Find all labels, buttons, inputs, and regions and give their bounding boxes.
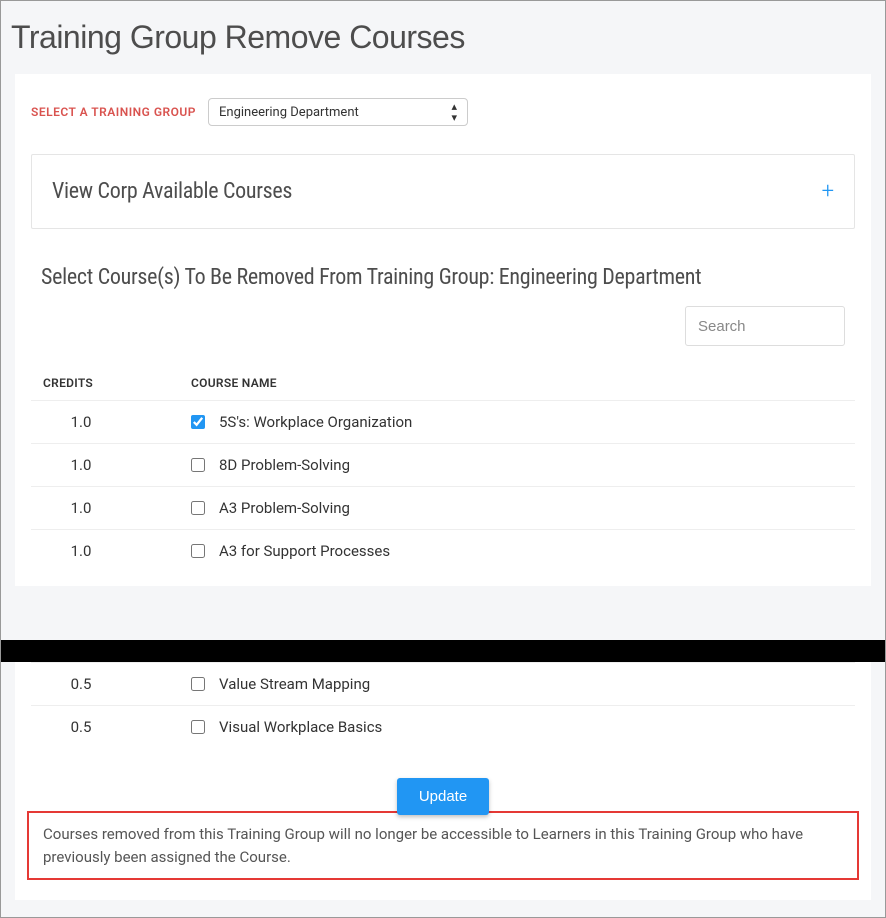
main-card: SELECT A TRAINING GROUP Engineering Depa… <box>15 74 871 586</box>
credits-cell: 1.0 <box>31 444 181 487</box>
credits-cell: 0.5 <box>31 663 181 706</box>
credits-cell: 1.0 <box>31 401 181 444</box>
course-checkbox[interactable] <box>191 415 205 429</box>
page-title: Training Group Remove Courses <box>1 1 885 74</box>
credits-cell: 1.0 <box>31 487 181 530</box>
course-name: 5S's: Workplace Organization <box>219 413 412 431</box>
course-name: Value Stream Mapping <box>219 675 370 693</box>
training-group-selected-value: Engineering Department <box>209 105 467 120</box>
remove-courses-section-title: Select Course(s) To Be Removed From Trai… <box>41 265 845 290</box>
course-name: Visual Workplace Basics <box>219 718 382 736</box>
course-checkbox[interactable] <box>191 677 205 691</box>
credits-cell: 0.5 <box>31 706 181 749</box>
table-row: 1.0 5S's: Workplace Organization <box>31 401 855 444</box>
course-checkbox[interactable] <box>191 544 205 558</box>
column-header-credits[interactable]: CREDITS <box>31 366 181 401</box>
accordion-title: View Corp Available Courses <box>52 179 292 204</box>
update-button[interactable]: Update <box>397 778 489 815</box>
plus-icon: + <box>822 181 834 203</box>
search-row <box>31 300 855 366</box>
course-name: A3 Problem-Solving <box>219 499 350 517</box>
table-row: 0.5 Visual Workplace Basics <box>31 706 855 749</box>
credits-cell: 1.0 <box>31 530 181 573</box>
bottom-card: 0.5 Value Stream Mapping 0.5 Visual Work… <box>15 662 871 900</box>
divider-bar <box>1 640 885 662</box>
search-input[interactable] <box>685 306 845 346</box>
training-group-select[interactable]: Engineering Department ▴▾ <box>208 98 468 126</box>
course-name: 8D Problem-Solving <box>219 456 350 474</box>
table-row: 1.0 8D Problem-Solving <box>31 444 855 487</box>
update-row: Update <box>31 748 855 815</box>
select-training-group-label: SELECT A TRAINING GROUP <box>31 105 196 119</box>
courses-table-bottom: 0.5 Value Stream Mapping 0.5 Visual Work… <box>31 662 855 748</box>
table-row: 0.5 Value Stream Mapping <box>31 663 855 706</box>
course-checkbox[interactable] <box>191 501 205 515</box>
view-available-courses-panel[interactable]: View Corp Available Courses + <box>31 154 855 229</box>
caret-updown-icon: ▴▾ <box>451 101 457 123</box>
courses-table: CREDITS COURSE NAME 1.0 5S's: Workplace … <box>31 366 855 572</box>
course-checkbox[interactable] <box>191 458 205 472</box>
table-row: 1.0 A3 Problem-Solving <box>31 487 855 530</box>
column-header-course-name[interactable]: COURSE NAME <box>181 366 855 401</box>
warning-notice: Courses removed from this Training Group… <box>27 811 859 880</box>
training-group-row: SELECT A TRAINING GROUP Engineering Depa… <box>31 98 855 126</box>
course-checkbox[interactable] <box>191 720 205 734</box>
course-name: A3 for Support Processes <box>219 542 390 560</box>
table-row: 1.0 A3 for Support Processes <box>31 530 855 573</box>
